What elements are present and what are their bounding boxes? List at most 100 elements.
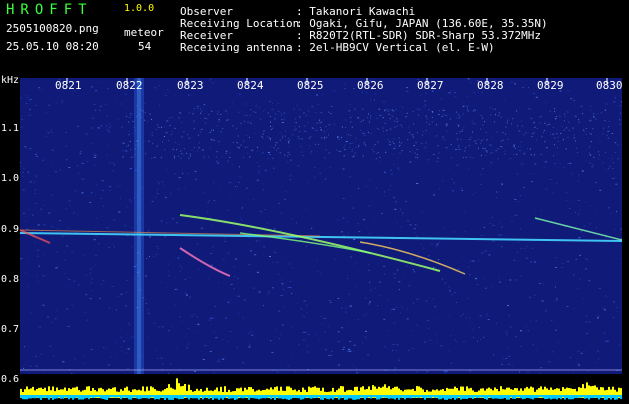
noise-speck (459, 118, 460, 119)
noise-speck (106, 125, 107, 126)
noise-speck (298, 173, 299, 174)
noise-speck (181, 158, 182, 159)
noise-speck (234, 276, 236, 277)
noise-speck (433, 154, 434, 155)
noise-speck (244, 300, 246, 301)
noise-speck (514, 215, 516, 216)
noise-speck (198, 135, 199, 136)
noise-speck (472, 194, 474, 195)
noise-speck (189, 112, 190, 113)
noise-speck (120, 184, 121, 185)
noise-speck (254, 111, 255, 112)
noise-speck (130, 141, 131, 142)
noise-speck (463, 157, 464, 158)
noise-speck (90, 273, 91, 274)
noise-speck (473, 157, 474, 158)
noise-speck (125, 305, 126, 306)
noise-speck (22, 119, 23, 120)
level-bar-base (538, 395, 540, 397)
noise-speck (498, 158, 499, 159)
noise-speck (365, 145, 366, 146)
noise-speck (389, 114, 390, 115)
noise-speck (161, 221, 162, 222)
noise-speck (243, 157, 244, 158)
noise-speck (51, 224, 52, 225)
level-bar-base (436, 395, 438, 397)
noise-speck (409, 132, 410, 133)
noise-speck (166, 222, 167, 223)
noise-speck (125, 151, 127, 152)
level-bar-base (352, 395, 354, 400)
noise-speck (495, 114, 496, 115)
noise-speck (356, 368, 357, 369)
noise-speck (287, 152, 289, 153)
noise-speck (409, 162, 411, 163)
level-bar-base (190, 395, 192, 398)
noise-speck (467, 109, 468, 110)
noise-speck (263, 189, 264, 190)
noise-speck (506, 331, 507, 332)
noise-speck (235, 259, 237, 260)
level-bar-base (346, 395, 348, 400)
noise-speck (93, 153, 95, 154)
level-bar-base (124, 395, 126, 398)
noise-speck (439, 179, 440, 180)
level-bar-base (552, 395, 554, 399)
noise-speck (226, 151, 227, 152)
noise-speck (306, 304, 308, 305)
level-bar-base (208, 395, 210, 399)
level-bar-base (302, 395, 304, 399)
noise-speck (32, 356, 33, 357)
noise-speck (340, 151, 341, 152)
level-bar-base (518, 395, 520, 397)
noise-speck (203, 359, 205, 360)
noise-speck (441, 116, 443, 117)
noise-speck (446, 147, 447, 148)
noise-speck (156, 350, 157, 351)
noise-speck (608, 168, 609, 169)
noise-speck (407, 266, 408, 267)
noise-speck (82, 163, 84, 164)
noise-speck (352, 127, 353, 128)
noise-speck (443, 194, 444, 195)
noise-speck (515, 148, 516, 149)
noise-speck (83, 179, 85, 180)
noise-speck (446, 115, 447, 116)
noise-speck (545, 310, 546, 311)
level-bar-base (520, 395, 522, 398)
noise-speck (413, 269, 414, 270)
noise-speck (165, 236, 166, 237)
noise-speck (398, 170, 399, 171)
noise-speck (299, 138, 300, 139)
level-bar-base (304, 395, 306, 398)
level-bar-base (440, 395, 442, 399)
level-bar-base (618, 395, 620, 397)
noise-speck (98, 243, 100, 244)
noise-speck (24, 346, 25, 347)
noise-speck (308, 110, 309, 111)
noise-speck (338, 331, 340, 332)
noise-speck (75, 359, 76, 360)
noise-speck (243, 317, 244, 318)
noise-speck (259, 170, 260, 171)
noise-speck (336, 149, 337, 150)
noise-speck (121, 104, 122, 105)
noise-speck (394, 209, 396, 210)
noise-speck (469, 139, 471, 140)
level-bar-base (484, 395, 486, 399)
level-bar-base (170, 395, 172, 400)
noise-speck (311, 228, 312, 229)
noise-speck (311, 151, 312, 152)
noise-speck (380, 157, 381, 158)
level-bar-base (354, 395, 356, 400)
y-tick-label: 0.6 (1, 375, 19, 385)
noise-speck (556, 183, 558, 184)
level-bar-base (312, 395, 314, 398)
noise-speck (576, 148, 577, 149)
noise-speck (435, 306, 436, 307)
noise-speck (541, 136, 542, 137)
noise-speck (228, 253, 230, 254)
noise-speck (225, 110, 226, 111)
noise-speck (523, 134, 524, 135)
level-bar-base (562, 395, 564, 397)
